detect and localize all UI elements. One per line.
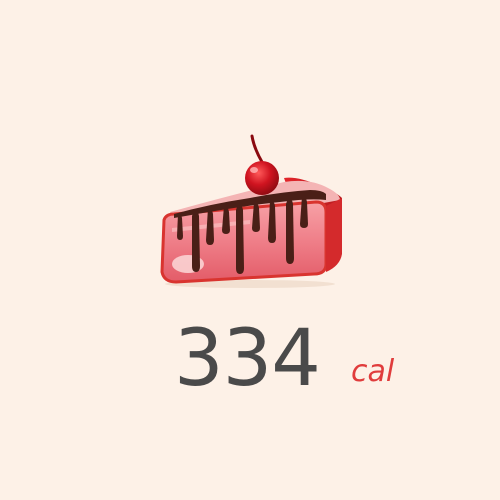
calorie-value: 334: [174, 314, 321, 404]
calorie-readout: 334 cal: [0, 314, 500, 408]
cheesecake-slice-icon: [160, 134, 342, 288]
calorie-card: 334 cal: [0, 0, 500, 500]
cherry-stem: [250, 134, 264, 164]
cherry: [245, 161, 279, 195]
calorie-unit-label: cal: [351, 354, 395, 389]
cake-right-edge: [326, 198, 342, 272]
cherry-highlight: [250, 167, 258, 173]
